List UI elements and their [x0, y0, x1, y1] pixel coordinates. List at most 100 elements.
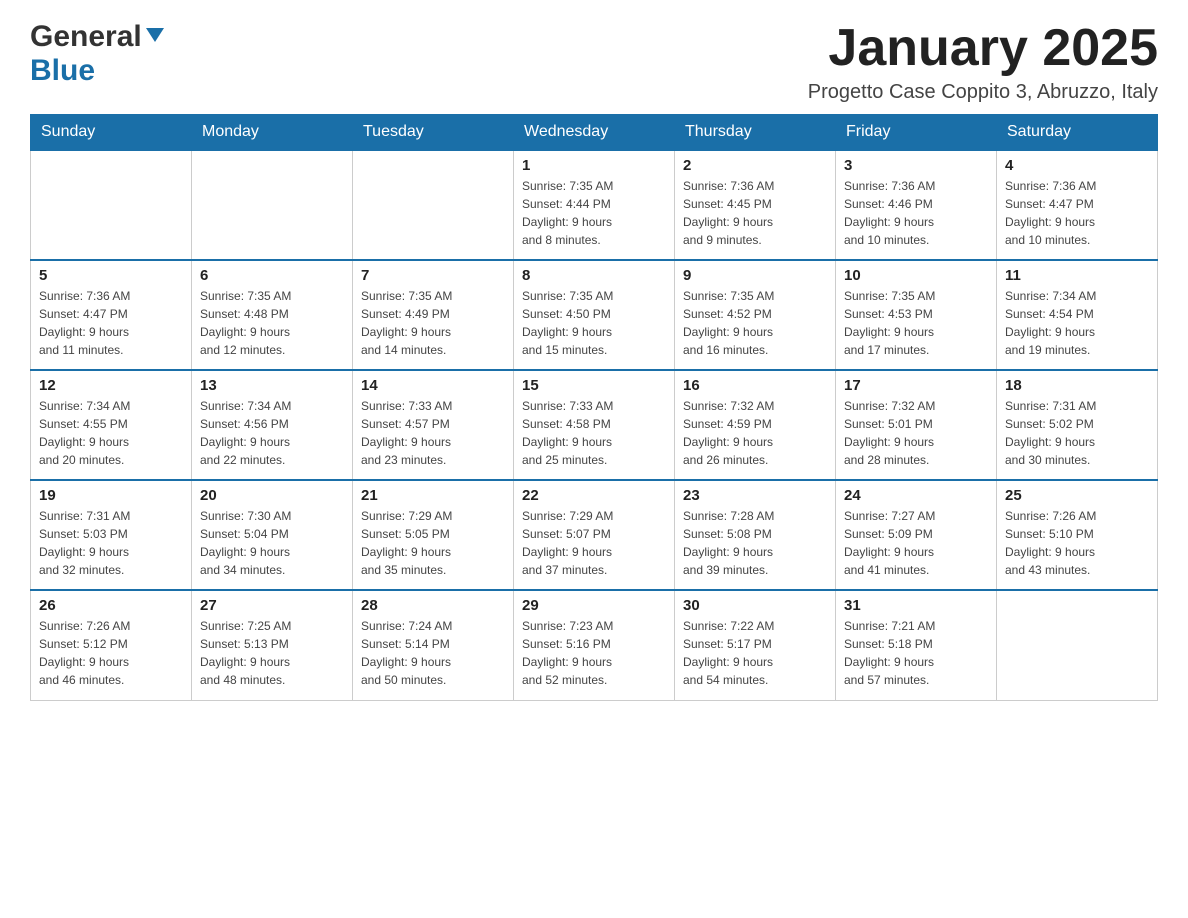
- calendar-cell: 30 Sunrise: 7:22 AM Sunset: 5:17 PM Dayli…: [675, 590, 836, 700]
- calendar-cell: [31, 150, 192, 260]
- day-number: 13: [200, 377, 344, 394]
- day-number: 9: [683, 267, 827, 284]
- calendar-cell: 1Sunrise: 7:35 AM Sunset: 4:44 PM Daylig…: [514, 150, 675, 260]
- calendar-week-row: 5Sunrise: 7:36 AM Sunset: 4:47 PM Daylig…: [31, 260, 1158, 370]
- calendar-header-row: SundayMondayTuesdayWednesdayThursdayFrid…: [31, 115, 1158, 151]
- day-info: Sunrise: 7:35 AM Sunset: 4:48 PM Dayligh…: [200, 287, 344, 359]
- day-number: 12: [39, 377, 183, 394]
- day-info: Sunrise: 7:32 AM Sunset: 4:59 PM Dayligh…: [683, 397, 827, 469]
- day-info: Sunrise: 7:35 AM Sunset: 4:52 PM Dayligh…: [683, 287, 827, 359]
- calendar-header-saturday: Saturday: [997, 115, 1158, 151]
- day-info: Sunrise: 7:21 AM Sunset: 5:18 PM Dayligh…: [844, 617, 988, 689]
- day-number: 5: [39, 267, 183, 284]
- day-number: 27: [200, 597, 344, 614]
- calendar-cell: 2 Sunrise: 7:36 AM Sunset: 4:45 PM Daylig…: [675, 150, 836, 260]
- calendar-cell: [997, 590, 1158, 700]
- day-info: Sunrise: 7:35 AM Sunset: 4:50 PM Dayligh…: [522, 287, 666, 359]
- day-number: 20: [200, 487, 344, 504]
- calendar-cell: 21Sunrise: 7:29 AM Sunset: 5:05 PM Dayli…: [353, 480, 514, 590]
- day-number: 23: [683, 487, 827, 504]
- day-number: 29: [522, 597, 666, 614]
- day-number: 28: [361, 597, 505, 614]
- day-info: Sunrise: 7:36 AM Sunset: 4:46 PM Dayligh…: [844, 177, 988, 249]
- day-info: Sunrise: 7:36 AM Sunset: 4:47 PM Dayligh…: [1005, 177, 1149, 249]
- calendar-cell: 3 Sunrise: 7:36 AM Sunset: 4:46 PM Daylig…: [836, 150, 997, 260]
- day-number: 16: [683, 377, 827, 394]
- calendar-cell: 5Sunrise: 7:36 AM Sunset: 4:47 PM Daylig…: [31, 260, 192, 370]
- day-info: Sunrise: 7:32 AM Sunset: 5:01 PM Dayligh…: [844, 397, 988, 469]
- calendar-cell: 16 Sunrise: 7:32 AM Sunset: 4:59 PM Dayli…: [675, 370, 836, 480]
- page-header: General Blue January 2025 Progetto Case …: [30, 20, 1158, 104]
- day-info: Sunrise: 7:34 AM Sunset: 4:54 PM Dayligh…: [1005, 287, 1149, 359]
- day-number: 25: [1005, 487, 1149, 504]
- calendar-cell: 7 Sunrise: 7:35 AM Sunset: 4:49 PM Daylig…: [353, 260, 514, 370]
- calendar-header-thursday: Thursday: [675, 115, 836, 151]
- day-number: 21: [361, 487, 505, 504]
- day-number: 26: [39, 597, 183, 614]
- calendar-week-row: 12 Sunrise: 7:34 AM Sunset: 4:55 PM Dayli…: [31, 370, 1158, 480]
- day-info: Sunrise: 7:27 AM Sunset: 5:09 PM Dayligh…: [844, 507, 988, 579]
- day-info: Sunrise: 7:35 AM Sunset: 4:44 PM Dayligh…: [522, 177, 666, 249]
- calendar-cell: 24 Sunrise: 7:27 AM Sunset: 5:09 PM Dayli…: [836, 480, 997, 590]
- day-info: Sunrise: 7:35 AM Sunset: 4:53 PM Dayligh…: [844, 287, 988, 359]
- day-info: Sunrise: 7:22 AM Sunset: 5:17 PM Dayligh…: [683, 617, 827, 689]
- day-info: Sunrise: 7:36 AM Sunset: 4:45 PM Dayligh…: [683, 177, 827, 249]
- day-number: 30: [683, 597, 827, 614]
- day-number: 6: [200, 267, 344, 284]
- calendar-cell: 20 Sunrise: 7:30 AM Sunset: 5:04 PM Dayli…: [192, 480, 353, 590]
- calendar-cell: 26 Sunrise: 7:26 AM Sunset: 5:12 PM Dayli…: [31, 590, 192, 700]
- day-number: 4: [1005, 157, 1149, 174]
- calendar-cell: 15Sunrise: 7:33 AM Sunset: 4:58 PM Dayli…: [514, 370, 675, 480]
- day-info: Sunrise: 7:25 AM Sunset: 5:13 PM Dayligh…: [200, 617, 344, 689]
- calendar-cell: 13 Sunrise: 7:34 AM Sunset: 4:56 PM Dayli…: [192, 370, 353, 480]
- day-info: Sunrise: 7:29 AM Sunset: 5:07 PM Dayligh…: [522, 507, 666, 579]
- calendar-cell: 10 Sunrise: 7:35 AM Sunset: 4:53 PM Dayli…: [836, 260, 997, 370]
- calendar-header-sunday: Sunday: [31, 115, 192, 151]
- calendar-cell: 17 Sunrise: 7:32 AM Sunset: 5:01 PM Dayli…: [836, 370, 997, 480]
- day-info: Sunrise: 7:30 AM Sunset: 5:04 PM Dayligh…: [200, 507, 344, 579]
- calendar-cell: 4 Sunrise: 7:36 AM Sunset: 4:47 PM Daylig…: [997, 150, 1158, 260]
- calendar-cell: 25 Sunrise: 7:26 AM Sunset: 5:10 PM Dayli…: [997, 480, 1158, 590]
- day-info: Sunrise: 7:33 AM Sunset: 4:57 PM Dayligh…: [361, 397, 505, 469]
- day-number: 31: [844, 597, 988, 614]
- logo: General Blue: [30, 20, 166, 88]
- day-number: 2: [683, 157, 827, 174]
- day-number: 24: [844, 487, 988, 504]
- calendar-cell: 28Sunrise: 7:24 AM Sunset: 5:14 PM Dayli…: [353, 590, 514, 700]
- calendar-cell: 18Sunrise: 7:31 AM Sunset: 5:02 PM Dayli…: [997, 370, 1158, 480]
- day-number: 7: [361, 267, 505, 284]
- calendar-cell: 8 Sunrise: 7:35 AM Sunset: 4:50 PM Daylig…: [514, 260, 675, 370]
- calendar-cell: 29Sunrise: 7:23 AM Sunset: 5:16 PM Dayli…: [514, 590, 675, 700]
- calendar-cell: 19Sunrise: 7:31 AM Sunset: 5:03 PM Dayli…: [31, 480, 192, 590]
- calendar-week-row: 26 Sunrise: 7:26 AM Sunset: 5:12 PM Dayli…: [31, 590, 1158, 700]
- calendar-cell: 12 Sunrise: 7:34 AM Sunset: 4:55 PM Dayli…: [31, 370, 192, 480]
- day-info: Sunrise: 7:35 AM Sunset: 4:49 PM Dayligh…: [361, 287, 505, 359]
- day-number: 18: [1005, 377, 1149, 394]
- day-info: Sunrise: 7:26 AM Sunset: 5:12 PM Dayligh…: [39, 617, 183, 689]
- calendar-cell: 23Sunrise: 7:28 AM Sunset: 5:08 PM Dayli…: [675, 480, 836, 590]
- day-info: Sunrise: 7:34 AM Sunset: 4:55 PM Dayligh…: [39, 397, 183, 469]
- calendar-cell: 11Sunrise: 7:34 AM Sunset: 4:54 PM Dayli…: [997, 260, 1158, 370]
- calendar-week-row: 19Sunrise: 7:31 AM Sunset: 5:03 PM Dayli…: [31, 480, 1158, 590]
- day-number: 17: [844, 377, 988, 394]
- logo-general-text: General: [30, 20, 142, 54]
- calendar-cell: [192, 150, 353, 260]
- calendar-week-row: 1Sunrise: 7:35 AM Sunset: 4:44 PM Daylig…: [31, 150, 1158, 260]
- calendar-header-tuesday: Tuesday: [353, 115, 514, 151]
- day-number: 14: [361, 377, 505, 394]
- calendar-cell: [353, 150, 514, 260]
- day-info: Sunrise: 7:34 AM Sunset: 4:56 PM Dayligh…: [200, 397, 344, 469]
- day-number: 8: [522, 267, 666, 284]
- calendar-cell: 22Sunrise: 7:29 AM Sunset: 5:07 PM Dayli…: [514, 480, 675, 590]
- day-info: Sunrise: 7:33 AM Sunset: 4:58 PM Dayligh…: [522, 397, 666, 469]
- month-title: January 2025: [808, 20, 1158, 77]
- calendar-cell: 31 Sunrise: 7:21 AM Sunset: 5:18 PM Dayli…: [836, 590, 997, 700]
- calendar-table: SundayMondayTuesdayWednesdayThursdayFrid…: [30, 114, 1158, 701]
- calendar-cell: 9 Sunrise: 7:35 AM Sunset: 4:52 PM Daylig…: [675, 260, 836, 370]
- logo-blue-text: Blue: [30, 54, 95, 88]
- logo-arrow-icon: [144, 24, 166, 51]
- day-info: Sunrise: 7:26 AM Sunset: 5:10 PM Dayligh…: [1005, 507, 1149, 579]
- location-title: Progetto Case Coppito 3, Abruzzo, Italy: [808, 81, 1158, 104]
- day-number: 10: [844, 267, 988, 284]
- day-number: 3: [844, 157, 988, 174]
